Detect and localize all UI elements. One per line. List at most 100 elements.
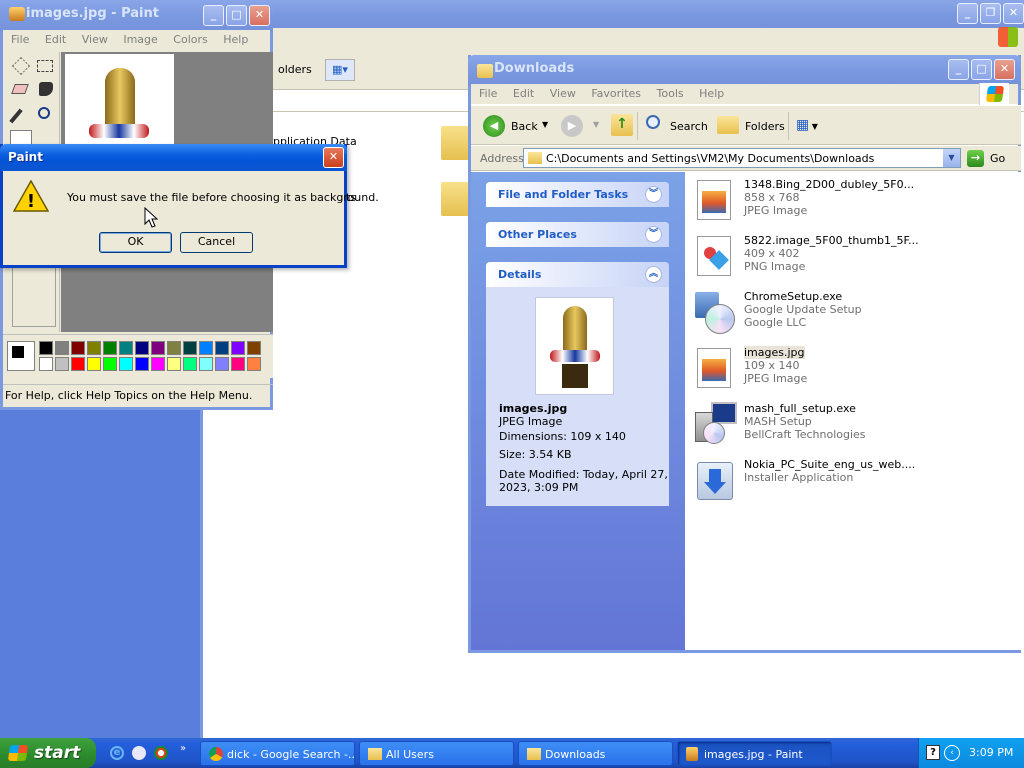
- tray-expand-icon[interactable]: ‹: [944, 745, 960, 761]
- taskbar-button-chrome[interactable]: dick - Google Search -...: [200, 741, 355, 766]
- forward-icon[interactable]: ▶: [561, 115, 583, 137]
- views-icon[interactable]: ▦ ▼: [796, 115, 826, 137]
- file-item[interactable]: ChromeSetup.exe Google Update Setup Google…: [693, 290, 1013, 338]
- palette-swatch[interactable]: [151, 357, 165, 371]
- palette-swatch[interactable]: [39, 341, 53, 355]
- menu-favorites[interactable]: Favorites: [591, 87, 641, 100]
- menu-file[interactable]: File: [11, 33, 29, 46]
- palette-swatch[interactable]: [135, 341, 149, 355]
- palette-swatch[interactable]: [247, 341, 261, 355]
- dialog-close-button[interactable]: ✕: [323, 147, 344, 168]
- details-header[interactable]: Details ︽: [486, 262, 669, 287]
- paint-close-button[interactable]: ✕: [249, 5, 270, 26]
- collapse-chevron-icon[interactable]: ︽: [645, 266, 662, 283]
- menu-view[interactable]: View: [550, 87, 576, 100]
- rect-select-icon[interactable]: [37, 60, 53, 72]
- cancel-button[interactable]: Cancel: [180, 232, 253, 253]
- maximize-button[interactable]: ❐: [980, 3, 1001, 24]
- back-icon[interactable]: ◀: [483, 115, 505, 137]
- expand-chevron-icon[interactable]: ︾: [645, 226, 662, 243]
- menu-help[interactable]: Help: [223, 33, 248, 46]
- menu-colors[interactable]: Colors: [173, 33, 207, 46]
- paint-minimize-button[interactable]: _: [203, 5, 224, 26]
- color-picker-icon[interactable]: [9, 108, 23, 124]
- ie-icon[interactable]: e: [110, 746, 124, 760]
- taskbar-button-all-users[interactable]: All Users: [359, 741, 514, 766]
- palette-swatch[interactable]: [167, 357, 181, 371]
- search-icon[interactable]: [646, 115, 660, 129]
- palette-swatch[interactable]: [199, 341, 213, 355]
- start-button[interactable]: start: [0, 738, 96, 768]
- ok-button[interactable]: OK: [99, 232, 172, 253]
- palette-swatch[interactable]: [215, 341, 229, 355]
- forward-dropdown-icon[interactable]: ▼: [593, 120, 599, 129]
- taskbar-button-paint[interactable]: images.jpg - Paint: [677, 741, 832, 766]
- file-folder-tasks-panel[interactable]: File and Folder Tasks ︾: [486, 182, 669, 207]
- palette-swatch[interactable]: [103, 341, 117, 355]
- back-dropdown-icon[interactable]: ▼: [542, 120, 548, 129]
- magnifier-icon[interactable]: [38, 107, 50, 119]
- explorer-minimize-button[interactable]: _: [948, 59, 969, 80]
- free-select-icon[interactable]: [12, 57, 30, 75]
- up-folder-icon[interactable]: ↑: [611, 114, 633, 136]
- file-item[interactable]: mash_full_setup.exe MASH Setup BellCraft T…: [693, 402, 1013, 450]
- eraser-icon[interactable]: [11, 84, 29, 94]
- palette-swatch[interactable]: [71, 357, 85, 371]
- palette-swatch[interactable]: [87, 357, 101, 371]
- address-input[interactable]: C:\Documents and Settings\VM2\My Documen…: [523, 148, 961, 168]
- file-item[interactable]: images.jpg 109 x 140 JPEG Image: [693, 346, 1013, 394]
- quicklaunch-icon[interactable]: [154, 746, 168, 760]
- file-item[interactable]: 5822.image_5F00_thumb1_5F... 409 x 402 PNG…: [693, 234, 1013, 282]
- fill-icon[interactable]: [39, 82, 53, 96]
- palette-swatch[interactable]: [199, 357, 213, 371]
- taskbar-button-downloads[interactable]: Downloads: [518, 741, 673, 766]
- other-places-panel[interactable]: Other Places ︾: [486, 222, 669, 247]
- palette-swatch[interactable]: [151, 341, 165, 355]
- menu-edit[interactable]: Edit: [45, 33, 66, 46]
- palette-swatch[interactable]: [103, 357, 117, 371]
- palette-swatch[interactable]: [231, 357, 245, 371]
- dialog-titlebar[interactable]: Paint: [0, 144, 347, 171]
- palette-swatch[interactable]: [55, 341, 69, 355]
- palette-swatch[interactable]: [119, 357, 133, 371]
- paint-maximize-button[interactable]: □: [226, 5, 247, 26]
- palette-swatch[interactable]: [135, 357, 149, 371]
- palette-swatch[interactable]: [39, 357, 53, 371]
- clock[interactable]: 3:09 PM: [969, 746, 1013, 759]
- menu-help[interactable]: Help: [699, 87, 724, 100]
- explorer-close-button[interactable]: ✕: [994, 59, 1015, 80]
- menu-view[interactable]: View: [82, 33, 108, 46]
- close-button[interactable]: ✕: [1003, 3, 1024, 24]
- current-colors[interactable]: [7, 341, 35, 371]
- go-icon[interactable]: →: [967, 150, 984, 167]
- menu-image[interactable]: Image: [123, 33, 157, 46]
- quicklaunch-more-icon[interactable]: »: [180, 743, 186, 754]
- help-tray-icon[interactable]: ?: [926, 745, 940, 760]
- minimize-button[interactable]: _: [957, 3, 978, 24]
- folders-button[interactable]: Folders: [745, 120, 785, 133]
- file-item[interactable]: 1348.Bing_2D00_dubley_5F0... 858 x 768 JPE…: [693, 178, 1013, 226]
- folders-button[interactable]: olders: [278, 63, 312, 76]
- quicklaunch-icon[interactable]: [132, 746, 146, 760]
- menu-tools[interactable]: Tools: [657, 87, 684, 100]
- views-icon[interactable]: ▦▾: [325, 59, 355, 81]
- palette-swatch[interactable]: [247, 357, 261, 371]
- palette-swatch[interactable]: [167, 341, 181, 355]
- file-item[interactable]: Nokia_PC_Suite_eng_us_web.... Installer A…: [693, 458, 1013, 506]
- palette-swatch[interactable]: [183, 357, 197, 371]
- back-button[interactable]: Back: [511, 120, 538, 133]
- folders-icon[interactable]: [717, 116, 739, 134]
- expand-chevron-icon[interactable]: ︾: [645, 186, 662, 203]
- go-button[interactable]: Go: [990, 152, 1005, 165]
- menu-file[interactable]: File: [479, 87, 497, 100]
- palette-swatch[interactable]: [231, 341, 245, 355]
- palette-swatch[interactable]: [215, 357, 229, 371]
- palette-swatch[interactable]: [71, 341, 85, 355]
- palette-swatch[interactable]: [119, 341, 133, 355]
- explorer-maximize-button[interactable]: □: [971, 59, 992, 80]
- palette-swatch[interactable]: [183, 341, 197, 355]
- palette-swatch[interactable]: [87, 341, 101, 355]
- explorer-titlebar[interactable]: Downloads: [468, 55, 1021, 85]
- menu-edit[interactable]: Edit: [513, 87, 534, 100]
- search-button[interactable]: Search: [670, 120, 708, 133]
